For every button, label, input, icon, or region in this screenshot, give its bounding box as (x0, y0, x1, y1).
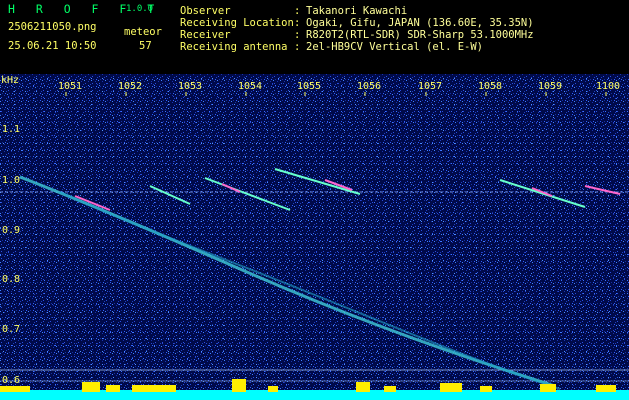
x-tick: 1053 (178, 81, 202, 92)
field-label-antenna: Receiving antenna (180, 41, 288, 53)
x-tick: 1051 (58, 81, 82, 92)
field-value-observer: Takanori Kawachi (306, 5, 408, 17)
image-filename: 2506211050.png (8, 21, 97, 33)
capture-datetime: 25.06.21 10:50 (8, 40, 97, 52)
field-value-receiver: R820T2(RTL-SDR) SDR-Sharp 53.1000MHz (306, 29, 534, 41)
field-sep: : (294, 5, 301, 17)
x-tick: 1055 (297, 81, 321, 92)
x-tick: 1052 (118, 81, 142, 92)
x-tick: 1056 (357, 81, 381, 92)
field-label-location: Receiving Location (180, 17, 294, 29)
y-unit: kHz (1, 75, 19, 86)
field-sep: : (294, 29, 301, 41)
field-label-observer: Observer (180, 5, 231, 17)
y-tick: 1.1 (2, 124, 20, 135)
mode-label: meteor (124, 26, 162, 38)
x-tick: 1057 (418, 81, 442, 92)
meteor-count: 57 (139, 40, 152, 52)
header-panel: H R O F F T 1.0.0 2506211050.png 25.06.2… (0, 0, 629, 74)
field-value-location: Ogaki, Gifu, JAPAN (136.60E, 35.35N) (306, 17, 534, 29)
field-sep: : (294, 17, 301, 29)
noise-field-2 (0, 74, 629, 400)
field-value-antenna: 2el-HB9CV Vertical (el. E-W) (306, 41, 484, 53)
x-tick: 1059 (538, 81, 562, 92)
x-tick: 1054 (238, 81, 262, 92)
x-tick: 1100 (596, 81, 620, 92)
x-tick: 1058 (478, 81, 502, 92)
y-tick: 0.8 (2, 274, 20, 285)
y-tick: 1.0 (2, 175, 20, 186)
y-tick: 0.9 (2, 225, 20, 236)
y-tick: 0.7 (2, 324, 20, 335)
field-label-receiver: Receiver (180, 29, 231, 41)
y-tick: 0.6 (2, 375, 20, 386)
app-version: 1.0.0 (126, 4, 154, 14)
field-sep: : (294, 41, 301, 53)
spectrogram: 1051 1052 1053 1054 1055 1056 1057 1058 … (0, 74, 629, 400)
